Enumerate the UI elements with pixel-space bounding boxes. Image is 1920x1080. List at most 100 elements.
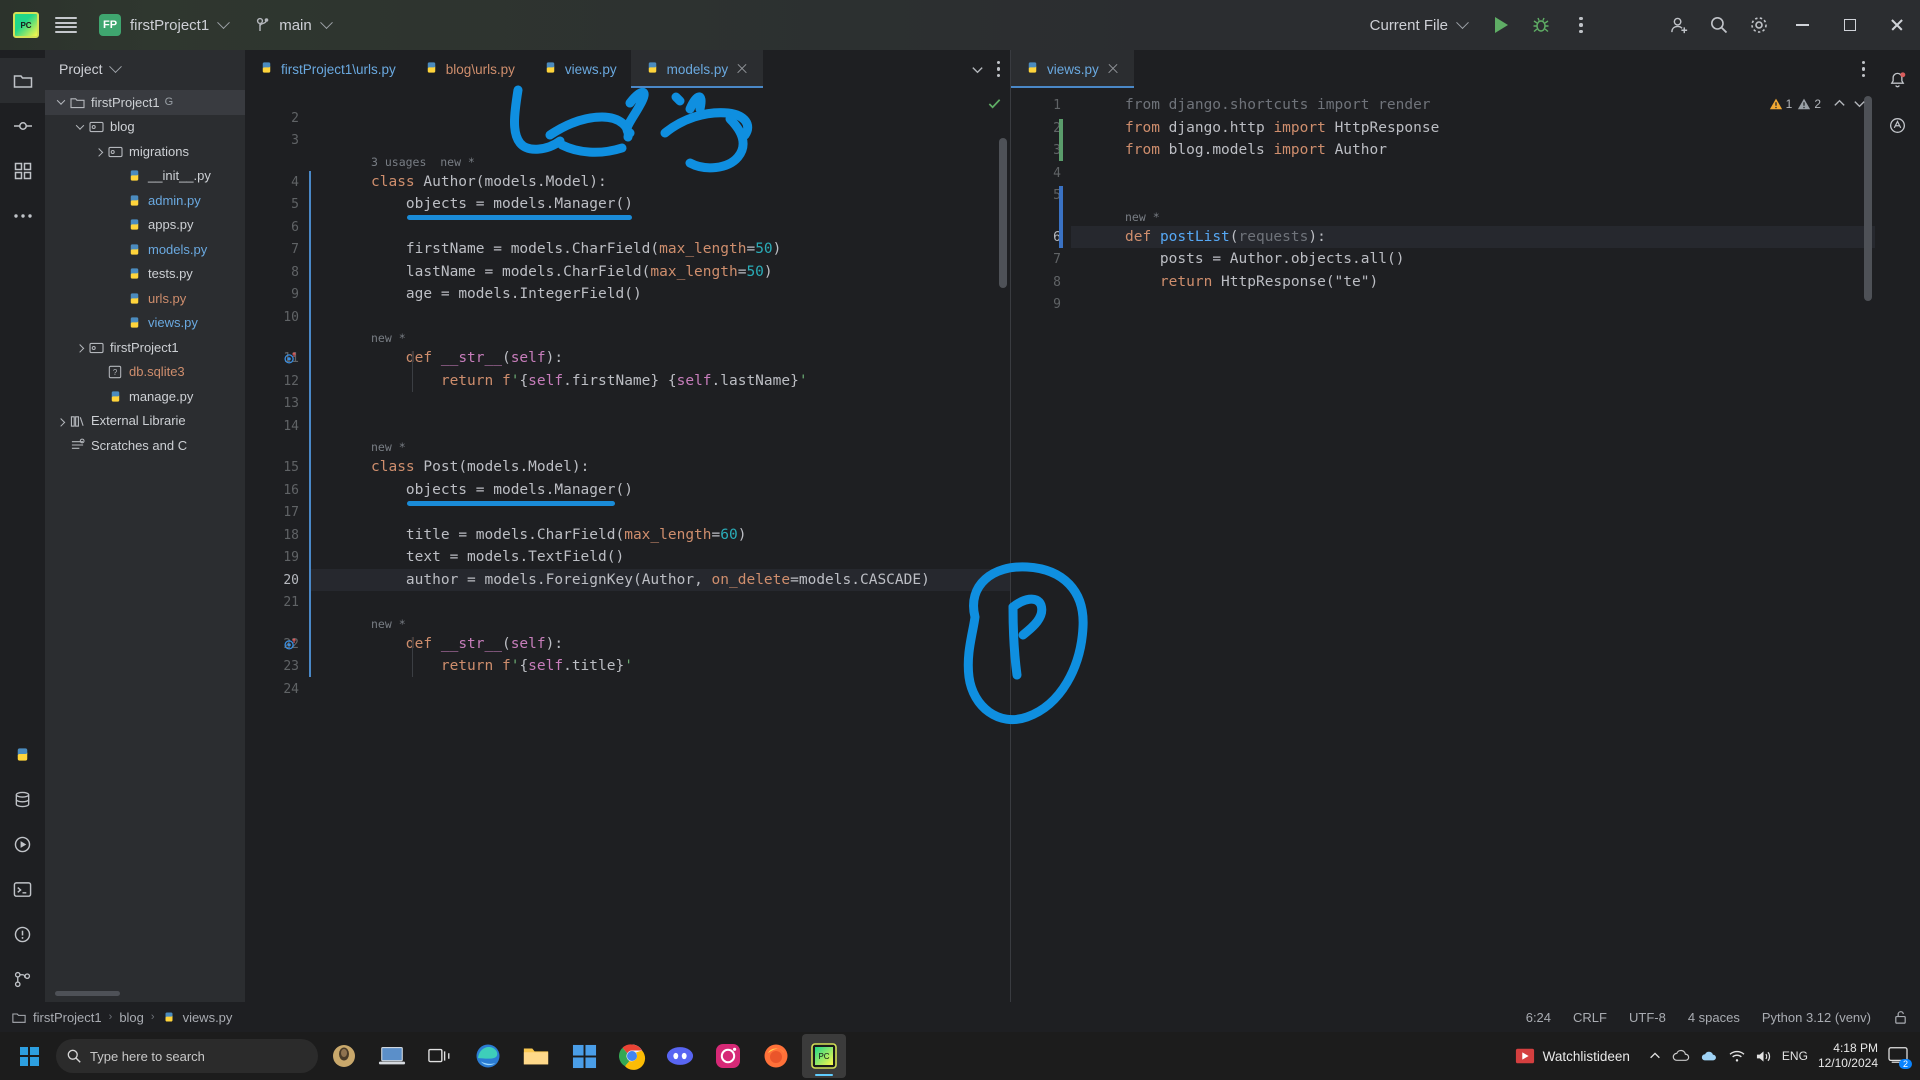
tree-toggle-down-icon[interactable]: [53, 96, 68, 106]
code-line[interactable]: [371, 392, 380, 415]
caret-position[interactable]: 6:24: [1526, 1010, 1551, 1025]
code-line[interactable]: return f'{self.firstName} {self.lastName…: [371, 370, 808, 393]
chevron-down-icon[interactable]: [970, 62, 985, 77]
lock-open-icon[interactable]: [1893, 1010, 1908, 1025]
code-view-views[interactable]: 123456789 new * from django.shortcuts imp…: [1011, 88, 1875, 1002]
tree-item-manage-py[interactable]: manage.py: [45, 384, 245, 409]
code-line[interactable]: [371, 501, 380, 524]
python-interpreter[interactable]: Python 3.12 (venv): [1762, 1010, 1871, 1025]
project-tree[interactable]: firstProject1 Gblog migrations __init__.py a…: [45, 88, 245, 1002]
warning-count-1[interactable]: 1: [1769, 97, 1792, 111]
tree-item-db-sqlite3[interactable]: ? db.sqlite3: [45, 360, 245, 385]
project-tool-icon[interactable]: [0, 58, 45, 103]
pycharm-logo-icon[interactable]: PC: [13, 12, 39, 38]
code-line[interactable]: class Post(models.Model):: [371, 456, 589, 479]
tree-item-views-py[interactable]: views.py: [45, 311, 245, 336]
editor-tab-views-py[interactable]: views.py: [529, 50, 631, 88]
code-line[interactable]: [371, 216, 380, 239]
code-line[interactable]: def __str__(self):: [371, 633, 563, 656]
code-line[interactable]: lastName = models.CharField(max_length=5…: [371, 261, 773, 284]
wifi-icon[interactable]: [1729, 1049, 1745, 1063]
branch-chevron-down-icon[interactable]: [319, 15, 333, 29]
code-line[interactable]: [1125, 293, 1134, 316]
chrome-icon[interactable]: [610, 1034, 654, 1078]
tree-item-scratches-and-c[interactable]: Scratches and C: [45, 433, 245, 458]
code-content-views[interactable]: new * from django.shortcuts import render…: [1071, 88, 1875, 1002]
code-line[interactable]: [371, 129, 380, 152]
clock[interactable]: 4:18 PM 12/10/2024: [1818, 1041, 1878, 1071]
code-line[interactable]: from blog.models import Author: [1125, 139, 1387, 162]
hamburger-menu-icon[interactable]: [55, 17, 77, 33]
tree-toggle-right-icon[interactable]: [72, 344, 87, 353]
close-icon[interactable]: [1873, 0, 1920, 50]
more-vertical-icon[interactable]: [996, 60, 1000, 78]
structure-tool-icon[interactable]: [0, 148, 45, 193]
code-line[interactable]: age = models.IntegerField(): [371, 283, 642, 306]
more-vertical-icon[interactable]: [1561, 5, 1601, 45]
editor-scrollbar-left[interactable]: [999, 138, 1007, 288]
tree-item-apps-py[interactable]: apps.py: [45, 213, 245, 238]
code-line[interactable]: from django.http import HttpResponse: [1125, 117, 1439, 140]
inspection-status-left[interactable]: [987, 88, 1010, 111]
minimize-icon[interactable]: [1779, 0, 1826, 50]
tree-item-models-py[interactable]: models.py: [45, 237, 245, 262]
ai-assistant-icon[interactable]: [1875, 103, 1920, 148]
task-view-icon[interactable]: [418, 1034, 462, 1078]
code-line[interactable]: def __str__(self):: [371, 347, 563, 370]
code-line[interactable]: [371, 678, 380, 701]
chevron-up-icon[interactable]: [1832, 96, 1847, 111]
firefox-icon[interactable]: [754, 1034, 798, 1078]
inspection-status-right[interactable]: 1 2: [1769, 88, 1875, 111]
tree-item-external-librarie[interactable]: External Librarie: [45, 409, 245, 434]
code-line[interactable]: text = models.TextField(): [371, 546, 624, 569]
notifications-bell-icon[interactable]: [1875, 58, 1920, 103]
code-line[interactable]: [1125, 184, 1134, 207]
marker-column-right[interactable]: [1861, 88, 1875, 1002]
breadcrumb-item-2[interactable]: views.py: [183, 1010, 233, 1025]
code-line[interactable]: class Author(models.Model):: [371, 171, 607, 194]
laptop-icon[interactable]: [370, 1034, 414, 1078]
code-line[interactable]: from django.db import models: [371, 88, 616, 93]
problems-icon[interactable]: [0, 912, 45, 957]
editor-scrollbar-right[interactable]: [1864, 96, 1872, 301]
tree-item-firstproject1[interactable]: firstProject1: [45, 335, 245, 360]
tree-toggle-right-icon[interactable]: [53, 417, 68, 427]
code-line[interactable]: def postList(requests):: [1125, 226, 1326, 249]
breadcrumb-item-0[interactable]: firstProject1: [33, 1010, 102, 1025]
override-method-icon[interactable]: [283, 351, 297, 365]
search-input[interactable]: Type here to search: [56, 1039, 318, 1073]
language-indicator[interactable]: ENG: [1782, 1049, 1808, 1063]
services-icon[interactable]: [0, 822, 45, 867]
account-add-icon[interactable]: [1659, 5, 1699, 45]
code-line[interactable]: [371, 591, 380, 614]
code-line[interactable]: [371, 415, 380, 438]
tree-item-urls-py[interactable]: urls.py: [45, 286, 245, 311]
watchlist-item[interactable]: Watchlistideen: [1515, 1046, 1630, 1066]
maximize-icon[interactable]: [1826, 0, 1873, 50]
code-content-models[interactable]: 3 usages new * new * new * new * from django…: [309, 88, 1010, 1002]
editor-tabs-right[interactable]: views.py: [1011, 50, 1875, 88]
tree-item-blog[interactable]: blog: [45, 115, 245, 140]
close-icon[interactable]: [1106, 62, 1120, 76]
editor-tabs-left[interactable]: firstProject1\urls.py blog\urls.py views.p…: [245, 50, 1010, 88]
cortana-icon[interactable]: [322, 1034, 366, 1078]
microsoft-store-icon[interactable]: [562, 1034, 606, 1078]
tree-item-admin-py[interactable]: admin.py: [45, 188, 245, 213]
more-vertical-icon[interactable]: [1861, 60, 1865, 78]
tree-toggle-down-icon[interactable]: [72, 121, 87, 130]
run-play-icon[interactable]: [1481, 5, 1521, 45]
more-tool-icon[interactable]: [0, 193, 45, 238]
tree-item--init-py[interactable]: __init__.py: [45, 164, 245, 189]
code-view-models[interactable]: 2 3 4 5 6 7 8 9 10 11 12 13 14 15 16 17 18 19 20 21 22 23 24 3…: [245, 88, 1010, 1002]
code-folding-bar[interactable]: [309, 170, 311, 677]
code-line[interactable]: from django.shortcuts import render: [1125, 94, 1431, 117]
tree-item-firstproject1[interactable]: firstProject1 G: [45, 90, 245, 115]
volume-icon[interactable]: [1755, 1049, 1772, 1064]
notification-icon[interactable]: 2: [1888, 1046, 1912, 1069]
run-configuration-selector[interactable]: Current File: [1370, 15, 1469, 34]
project-panel-horizontal-scrollbar[interactable]: [55, 991, 120, 996]
code-line[interactable]: firstName = models.CharField(max_length=…: [371, 238, 781, 261]
marker-column-left[interactable]: [996, 88, 1010, 1002]
code-line[interactable]: [371, 107, 380, 130]
project-name-label[interactable]: firstProject1: [130, 17, 209, 34]
